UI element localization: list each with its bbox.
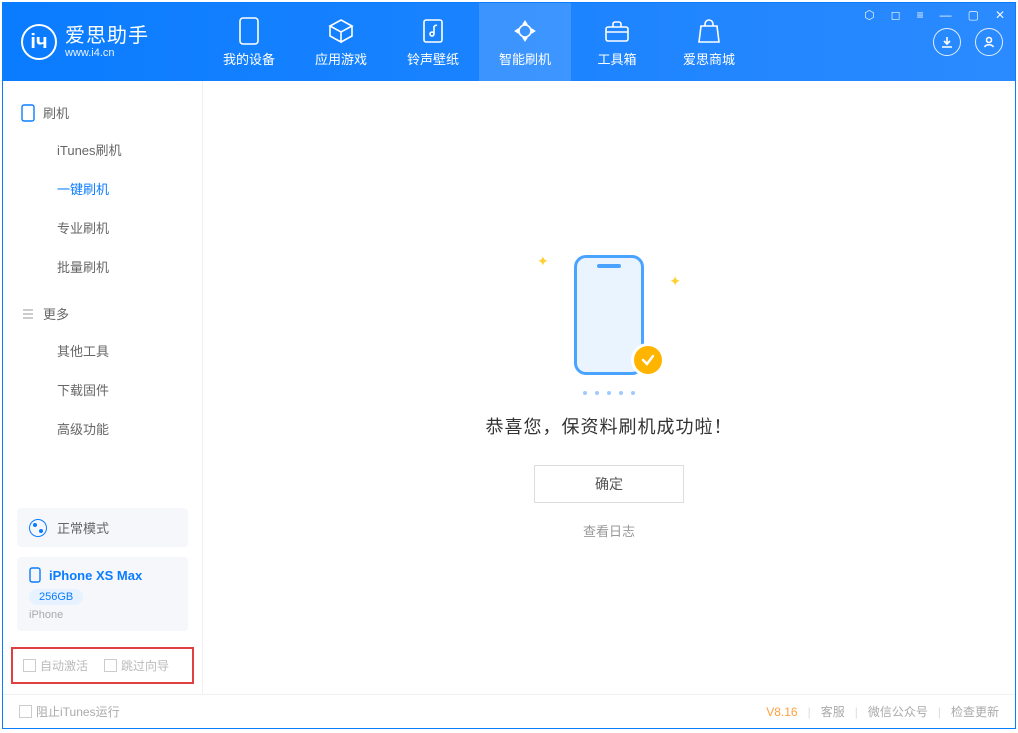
tab-flash[interactable]: 智能刷机 xyxy=(479,3,571,81)
block-itunes-checkbox[interactable]: 阻止iTunes运行 xyxy=(19,703,120,720)
nav-tabs: 我的设备 应用游戏 铃声壁纸 智能刷机 工具箱 爱思商城 xyxy=(203,3,755,81)
tab-ringtones[interactable]: 铃声壁纸 xyxy=(387,3,479,81)
phone-icon xyxy=(21,104,35,122)
tab-label: 工具箱 xyxy=(597,49,636,68)
menu-icon[interactable]: ≡ xyxy=(914,6,927,24)
phone-icon xyxy=(29,567,41,583)
tab-toolbox[interactable]: 工具箱 xyxy=(571,3,663,81)
tab-label: 应用游戏 xyxy=(315,49,367,68)
tab-my-device[interactable]: 我的设备 xyxy=(203,3,295,81)
cube-icon xyxy=(327,17,355,45)
footer: 阻止iTunes运行 V8.16 | 客服 | 微信公众号 | 检查更新 xyxy=(3,694,1015,728)
sidebar-group-flash: 刷机 xyxy=(3,95,202,130)
user-button[interactable] xyxy=(975,28,1003,56)
toolbox-icon xyxy=(603,17,631,45)
main-content: ✦ ✦ 恭喜您，保资料刷机成功啦！ 确定 查看日志 xyxy=(203,81,1015,694)
version-label: V8.16 xyxy=(766,705,797,719)
sidebar-item-other-tools[interactable]: 其他工具 xyxy=(3,331,202,370)
sparkle-icon: ✦ xyxy=(537,253,549,270)
close-icon[interactable]: ✕ xyxy=(992,6,1008,24)
mode-status[interactable]: 正常模式 xyxy=(17,508,188,547)
maximize-icon[interactable]: ▢ xyxy=(965,6,982,24)
sidebar-item-download-firmware[interactable]: 下载固件 xyxy=(3,370,202,409)
check-update-link[interactable]: 检查更新 xyxy=(951,703,999,720)
check-badge-icon xyxy=(631,343,665,377)
sidebar: 刷机 iTunes刷机 一键刷机 专业刷机 批量刷机 更多 其他工具 下载固件 … xyxy=(3,81,203,694)
pin-icon[interactable]: ⬡ xyxy=(861,6,877,24)
logo: iч 爱思助手 www.i4.cn xyxy=(3,24,203,60)
logo-url: www.i4.cn xyxy=(65,47,149,59)
tab-store[interactable]: 爱思商城 xyxy=(663,3,755,81)
skin-icon[interactable]: ◻ xyxy=(888,6,904,24)
tab-apps[interactable]: 应用游戏 xyxy=(295,3,387,81)
sidebar-item-itunes-flash[interactable]: iTunes刷机 xyxy=(3,130,202,169)
sidebar-item-advanced[interactable]: 高级功能 xyxy=(3,409,202,448)
mode-icon xyxy=(29,519,47,537)
tab-label: 爱思商城 xyxy=(683,49,735,68)
tab-label: 铃声壁纸 xyxy=(407,49,459,68)
sidebar-item-pro-flash[interactable]: 专业刷机 xyxy=(3,208,202,247)
storage-badge: 256GB xyxy=(29,589,83,605)
device-info[interactable]: iPhone XS Max 256GB iPhone xyxy=(17,557,188,631)
device-type: iPhone xyxy=(29,609,176,621)
sidebar-group-more: 更多 xyxy=(3,296,202,331)
view-log-link[interactable]: 查看日志 xyxy=(583,521,635,540)
refresh-gear-icon xyxy=(511,17,539,45)
success-message: 恭喜您，保资料刷机成功啦！ xyxy=(486,413,733,439)
group-label: 更多 xyxy=(43,304,69,323)
mode-label: 正常模式 xyxy=(57,518,109,537)
tab-label: 智能刷机 xyxy=(499,49,551,68)
sidebar-item-oneclick-flash[interactable]: 一键刷机 xyxy=(3,169,202,208)
download-button[interactable] xyxy=(933,28,961,56)
flash-options-box: 自动激活 跳过向导 xyxy=(11,647,194,684)
bag-icon xyxy=(695,17,723,45)
sidebar-item-batch-flash[interactable]: 批量刷机 xyxy=(3,247,202,286)
list-icon xyxy=(21,307,35,321)
wechat-link[interactable]: 微信公众号 xyxy=(868,703,928,720)
window-controls: ⬡ ◻ ≡ — ▢ ✕ xyxy=(861,6,1008,24)
dots-decoration xyxy=(519,391,699,395)
group-label: 刷机 xyxy=(43,103,69,122)
device-icon xyxy=(235,17,263,45)
minimize-icon[interactable]: — xyxy=(937,6,955,24)
support-link[interactable]: 客服 xyxy=(821,703,845,720)
device-name: iPhone XS Max xyxy=(49,568,142,583)
logo-title: 爱思助手 xyxy=(65,25,149,47)
music-file-icon xyxy=(419,17,447,45)
sparkle-icon: ✦ xyxy=(669,273,681,290)
success-illustration: ✦ ✦ xyxy=(519,235,699,395)
tab-label: 我的设备 xyxy=(223,49,275,68)
logo-icon: iч xyxy=(21,24,57,60)
ok-button[interactable]: 确定 xyxy=(534,465,684,503)
auto-activate-checkbox[interactable]: 自动激活 xyxy=(23,657,88,674)
skip-guide-checkbox[interactable]: 跳过向导 xyxy=(104,657,169,674)
